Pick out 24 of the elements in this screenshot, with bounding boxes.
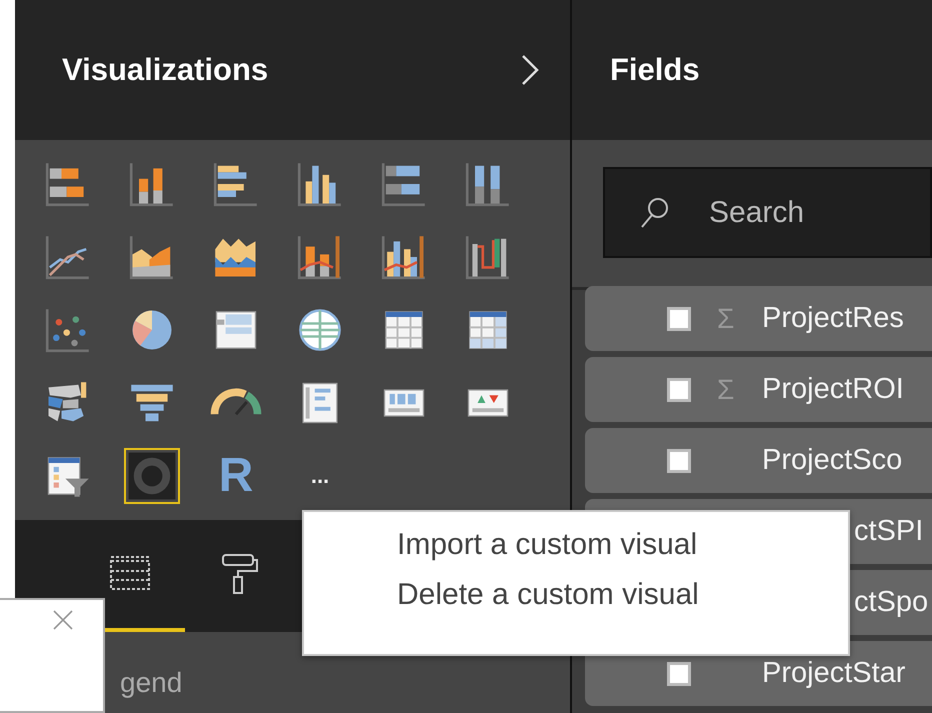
r-visual-button[interactable]: R [208, 448, 264, 504]
field-name: ProjectROI [762, 372, 904, 407]
search-icon [639, 196, 671, 230]
more-button[interactable]: ... [292, 448, 348, 504]
field-name: ctSpo [854, 584, 928, 620]
field-name: ProjectSco [762, 442, 902, 478]
checkbox[interactable] [667, 662, 691, 686]
search-field[interactable]: Search [603, 167, 932, 258]
chevron-right-icon[interactable] [520, 53, 540, 87]
checkbox[interactable] [667, 448, 691, 472]
close-icon[interactable] [52, 608, 74, 631]
field-name: ctSPI [854, 514, 924, 549]
panel-title: Visualizations [62, 50, 268, 89]
section-label: gend [120, 667, 182, 698]
menu-item[interactable]: Import a custom visual [304, 520, 848, 570]
checkbox[interactable] [667, 378, 691, 402]
field-name: ProjectRes [762, 300, 904, 336]
panel-title: Fields [610, 50, 700, 89]
ring-icon [126, 450, 178, 502]
ring-button[interactable] [124, 448, 180, 504]
checkbox[interactable] [667, 306, 691, 330]
menu-item[interactable]: Delete a custom visual [304, 570, 848, 619]
field-row[interactable]: ProjectSco [585, 428, 932, 493]
field-name: ProjectStar [762, 656, 906, 691]
